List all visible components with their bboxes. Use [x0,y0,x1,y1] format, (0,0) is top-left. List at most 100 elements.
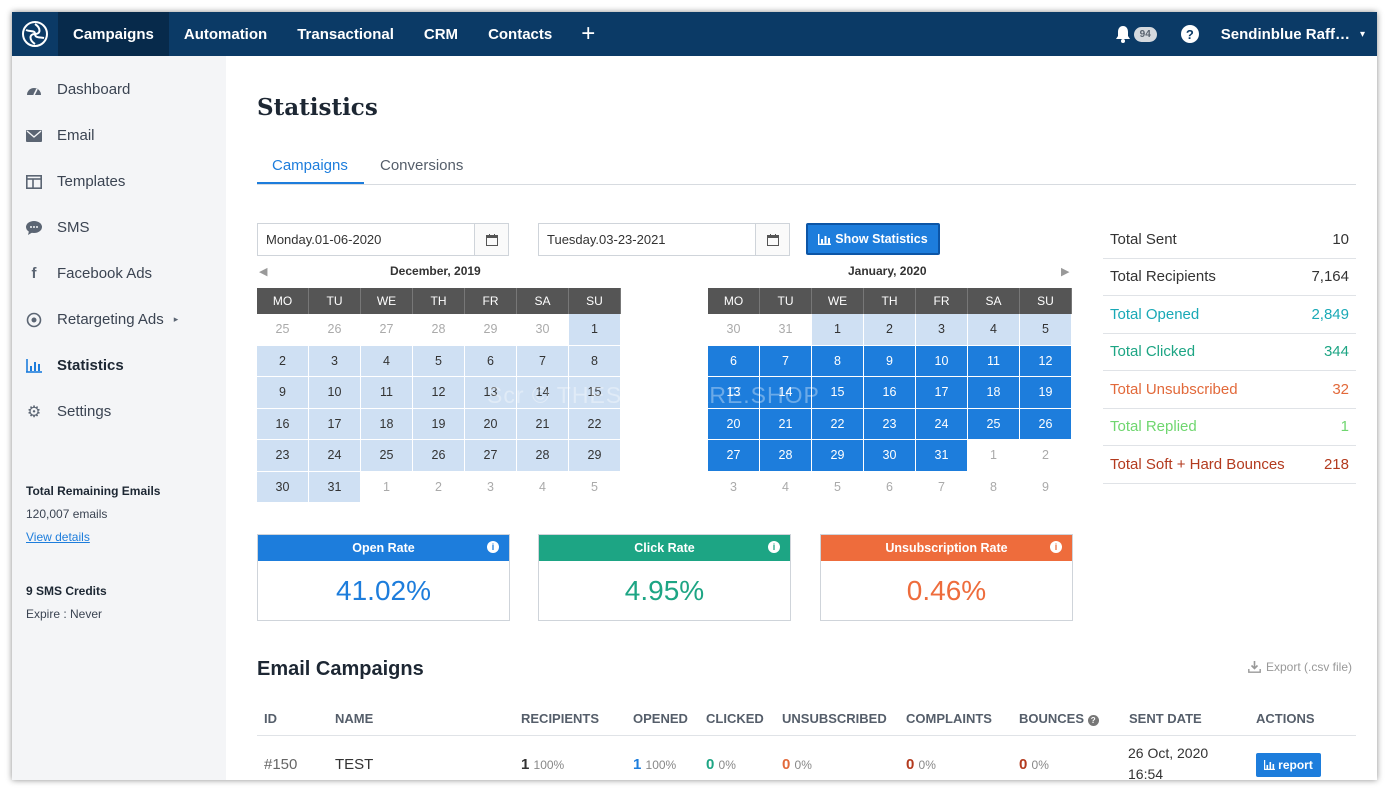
calendar-day[interactable]: 9 [864,345,916,377]
calendar-day[interactable]: 15 [569,377,621,409]
calendar-day[interactable]: 11 [968,345,1020,377]
calendar-day[interactable]: 13 [465,377,517,409]
calendar-day[interactable]: 17 [309,408,361,440]
sendinblue-logo-icon[interactable] [12,12,58,56]
calendar-day[interactable]: 18 [968,377,1020,409]
help-icon[interactable]: ? [1180,25,1199,43]
sidebar-item-retargeting-ads[interactable]: Retargeting Ads ▸ [26,311,178,328]
calendar-day[interactable]: 4 [968,314,1020,346]
sidebar-item-templates[interactable]: Templates [26,173,125,190]
calendar-day[interactable]: 25 [968,408,1020,440]
calendar-day[interactable]: 20 [708,408,760,440]
calendar-day[interactable]: 6 [708,345,760,377]
calendar-day[interactable]: 27 [465,440,517,472]
sidebar-item-statistics[interactable]: Statistics [26,357,124,374]
calendar-day[interactable]: 2 [257,345,309,377]
info-icon[interactable]: i [487,541,499,553]
calendar-day[interactable]: 1 [569,314,621,346]
notifications-button[interactable]: 94 [1115,25,1157,43]
calendar-day[interactable]: 24 [309,440,361,472]
calendar-day[interactable]: 26 [413,440,465,472]
header-sent-date[interactable]: SENT DATE [1129,711,1202,726]
calendar-day[interactable]: 16 [257,408,309,440]
calendar-next-arrow-icon[interactable]: ▶ [1061,265,1069,278]
calendar-day[interactable]: 15 [812,377,864,409]
start-date-field[interactable]: Monday.01-06-2020 [257,223,509,256]
show-statistics-button[interactable]: Show Statistics [806,223,940,255]
calendar-day[interactable]: 7 [916,471,968,503]
calendar-day[interactable]: 29 [569,440,621,472]
calendar-day[interactable]: 26 [309,314,361,346]
calendar-icon[interactable] [474,224,508,255]
end-date-field[interactable]: Tuesday.03-23-2021 [538,223,790,256]
calendar-icon[interactable] [755,224,789,255]
tab-conversions[interactable]: Conversions [380,157,463,174]
calendar-day[interactable]: 31 [309,471,361,503]
calendar-day[interactable]: 1 [812,314,864,346]
calendar-day[interactable]: 3 [465,471,517,503]
calendar-day[interactable]: 4 [760,471,812,503]
header-opened[interactable]: OPENED [633,711,688,726]
calendar-day[interactable]: 4 [517,471,569,503]
calendar-day[interactable]: 6 [465,345,517,377]
calendar-day[interactable]: 28 [413,314,465,346]
calendar-day[interactable]: 7 [517,345,569,377]
calendar-day[interactable]: 21 [760,408,812,440]
calendar-day[interactable]: 30 [708,314,760,346]
calendar-day[interactable]: 19 [413,408,465,440]
calendar-day[interactable]: 14 [760,377,812,409]
calendar-day[interactable]: 22 [569,408,621,440]
calendar-day[interactable]: 28 [760,440,812,472]
sidebar-item-settings[interactable]: ⚙ Settings [26,403,111,421]
sidebar-item-sms[interactable]: SMS [26,219,90,236]
calendar-day[interactable]: 9 [257,377,309,409]
help-circle-icon[interactable]: ? [1087,715,1099,726]
calendar-day[interactable]: 20 [465,408,517,440]
calendar-day[interactable]: 23 [864,408,916,440]
calendar-day[interactable]: 23 [257,440,309,472]
calendar-day[interactable]: 31 [760,314,812,346]
nav-crm[interactable]: CRM [409,12,473,56]
calendar-day[interactable]: 3 [708,471,760,503]
info-icon[interactable]: i [1050,541,1062,553]
header-id[interactable]: ID [264,711,277,726]
calendar-day[interactable]: 12 [1020,345,1072,377]
calendar-day[interactable]: 13 [708,377,760,409]
calendar-day[interactable]: 30 [257,471,309,503]
calendar-day[interactable]: 1 [968,440,1020,472]
calendar-day[interactable]: 14 [517,377,569,409]
calendar-day[interactable]: 30 [864,440,916,472]
calendar-day[interactable]: 28 [517,440,569,472]
calendar-day[interactable]: 4 [361,345,413,377]
calendar-day[interactable]: 17 [916,377,968,409]
calendar-day[interactable]: 27 [361,314,413,346]
calendar-day[interactable]: 3 [309,345,361,377]
info-icon[interactable]: i [768,541,780,553]
campaign-name[interactable]: TEST [335,756,373,773]
calendar-day[interactable]: 5 [1020,314,1072,346]
calendar-day[interactable]: 10 [916,345,968,377]
calendar-day[interactable]: 2 [864,314,916,346]
header-clicked[interactable]: CLICKED [706,711,764,726]
header-unsubscribed[interactable]: UNSUBSCRIBED [782,711,887,726]
nav-campaigns[interactable]: Campaigns [58,12,169,56]
calendar-day[interactable]: 25 [361,440,413,472]
header-recipients[interactable]: RECIPIENTS [521,711,599,726]
calendar-day[interactable]: 26 [1020,408,1072,440]
calendar-day[interactable]: 31 [916,440,968,472]
calendar-day[interactable]: 2 [1020,440,1072,472]
sidebar-item-facebook-ads[interactable]: f Facebook Ads [26,265,153,282]
calendar-day[interactable]: 19 [1020,377,1072,409]
calendar-day[interactable]: 5 [812,471,864,503]
calendar-day[interactable]: 29 [465,314,517,346]
tab-campaigns[interactable]: Campaigns [272,157,348,174]
calendar-day[interactable]: 30 [517,314,569,346]
header-name[interactable]: NAME [335,711,373,726]
calendar-day[interactable]: 27 [708,440,760,472]
calendar-day[interactable]: 16 [864,377,916,409]
sidebar-item-dashboard[interactable]: Dashboard [26,81,130,98]
calendar-day[interactable]: 5 [569,471,621,503]
chevron-down-icon[interactable]: ▾ [1360,29,1365,40]
calendar-day[interactable]: 8 [968,471,1020,503]
calendar-day[interactable]: 25 [257,314,309,346]
